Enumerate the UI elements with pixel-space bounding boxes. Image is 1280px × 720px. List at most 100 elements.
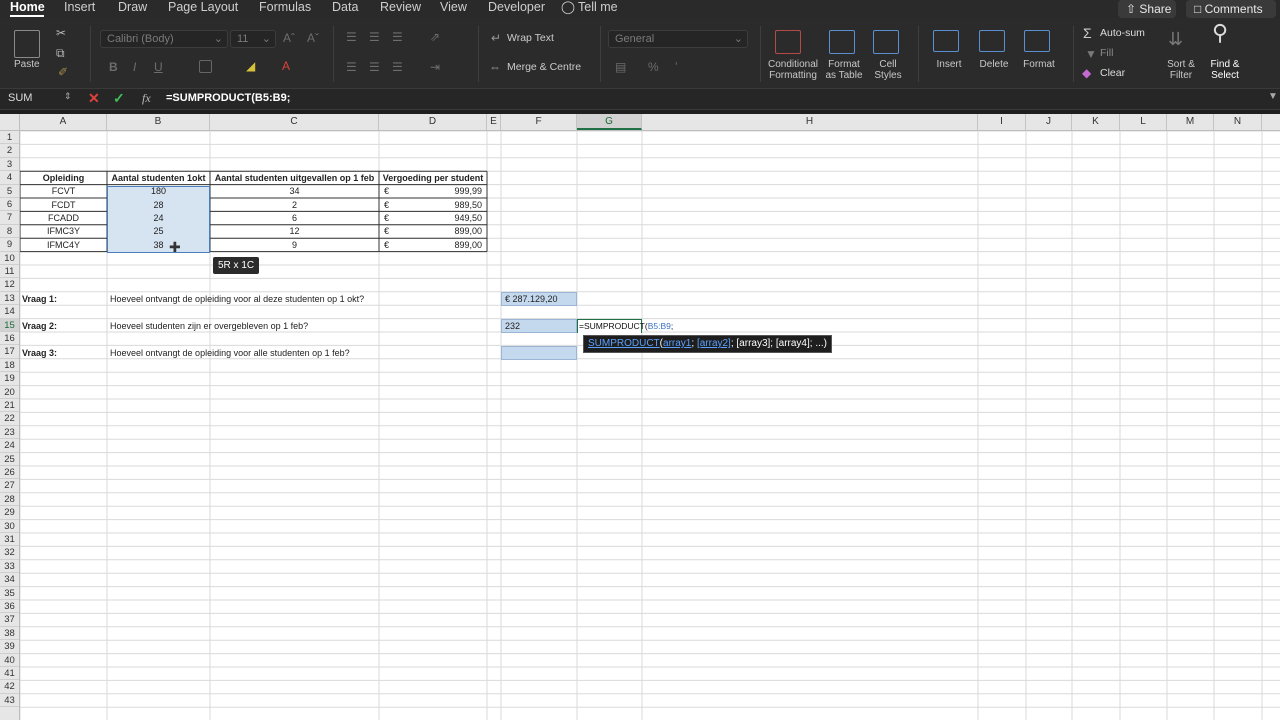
expand-formula-bar-icon[interactable]: ▼ <box>1268 91 1278 102</box>
merge-centre-button[interactable]: Merge & Centre <box>507 62 581 73</box>
question-1-text[interactable]: Hoeveel ontvangt de opleiding voor al de… <box>110 293 364 306</box>
delete-cells-icon[interactable] <box>979 30 1005 52</box>
clear-button[interactable]: Clear <box>1100 68 1125 79</box>
row-header-6[interactable]: 6 <box>0 198 19 212</box>
column-header-k[interactable]: K <box>1072 114 1120 130</box>
number-format-select[interactable]: General ⌄ <box>608 30 748 48</box>
sort-filter-icon[interactable]: ⇊ <box>1168 30 1183 48</box>
column-header-b[interactable]: B <box>107 114 210 130</box>
header-vergoeding[interactable]: Vergoeding per student <box>379 172 487 185</box>
autosum-button[interactable]: Auto-sum <box>1100 28 1145 39</box>
row-header-30[interactable]: 30 <box>0 520 19 533</box>
cell-opleiding[interactable]: IFMC3Y <box>20 225 107 238</box>
row-header-39[interactable]: 39 <box>0 640 19 654</box>
increase-font-icon[interactable]: Aˆ <box>283 31 295 45</box>
cell-vergoeding[interactable]: 999,99 <box>395 185 482 198</box>
column-header-d[interactable]: D <box>379 114 487 130</box>
bold-button[interactable]: B <box>109 60 118 74</box>
enter-checkmark-icon[interactable]: ✓ <box>113 90 125 107</box>
row-header-4[interactable]: 4 <box>0 171 19 185</box>
name-box[interactable]: SUM <box>8 92 32 104</box>
percent-icon[interactable]: % <box>648 60 659 74</box>
formula-input[interactable]: =SUMPRODUCT(B5:B9; <box>166 92 290 104</box>
column-header-a[interactable]: A <box>20 114 107 130</box>
row-header-14[interactable]: 14 <box>0 305 19 319</box>
cell-opleiding[interactable]: FCADD <box>20 212 107 225</box>
align-middle-icon[interactable]: ☰ <box>369 30 380 44</box>
row-header-32[interactable]: 32 <box>0 546 19 560</box>
select-all-corner[interactable] <box>0 114 20 130</box>
row-header-15[interactable]: 15 <box>0 318 19 332</box>
row-header-7[interactable]: 7 <box>0 211 19 225</box>
function-arg-2[interactable]: [array2] <box>697 338 731 349</box>
function-syntax-tooltip[interactable]: SUMPRODUCT(array1; [array2]; [array3]; [… <box>583 335 832 353</box>
column-header-g[interactable]: G <box>577 114 642 130</box>
row-header-23[interactable]: 23 <box>0 426 19 440</box>
format-cells-icon[interactable] <box>1024 30 1050 52</box>
font-color-icon[interactable]: A <box>282 59 290 73</box>
row-header-3[interactable]: 3 <box>0 158 19 172</box>
row-header-42[interactable]: 42 <box>0 680 19 694</box>
column-header-e[interactable]: E <box>487 114 501 130</box>
row-header-13[interactable]: 13 <box>0 292 19 306</box>
column-header-n[interactable]: N <box>1214 114 1262 130</box>
cell-currency-symbol[interactable]: € <box>384 239 389 252</box>
tab-data[interactable]: Data <box>332 0 358 14</box>
tab-developer[interactable]: Developer <box>488 0 545 14</box>
row-header-37[interactable]: 37 <box>0 613 19 627</box>
row-header-1[interactable]: 1 <box>0 131 19 145</box>
cell-opleiding[interactable]: FCDT <box>20 199 107 212</box>
comments-button[interactable]: □ Comments <box>1186 0 1276 18</box>
row-header-11[interactable]: 11 <box>0 265 19 279</box>
tab-draw[interactable]: Draw <box>118 0 147 14</box>
cell-currency-symbol[interactable]: € <box>384 225 389 238</box>
fill-button[interactable]: Fill <box>1100 48 1113 59</box>
row-header-41[interactable]: 41 <box>0 667 19 681</box>
tab-page-layout[interactable]: Page Layout <box>168 0 238 14</box>
tab-formulas[interactable]: Formulas <box>259 0 311 14</box>
column-header-m[interactable]: M <box>1167 114 1214 130</box>
row-header-40[interactable]: 40 <box>0 654 19 667</box>
row-header-35[interactable]: 35 <box>0 587 19 600</box>
row-header-19[interactable]: 19 <box>0 372 19 386</box>
indent-icon[interactable]: ⇥ <box>430 60 440 74</box>
cell-vergoeding[interactable]: 899,00 <box>395 225 482 238</box>
question-1-label[interactable]: Vraag 1: <box>22 293 57 306</box>
format-as-table-icon[interactable] <box>829 30 855 54</box>
tell-me-search[interactable]: Tell me <box>578 0 618 14</box>
cell-currency-symbol[interactable]: € <box>384 212 389 225</box>
cell-aantal-studenten[interactable]: 24 <box>107 212 210 225</box>
question-2-label[interactable]: Vraag 2: <box>22 320 57 333</box>
tab-insert[interactable]: Insert <box>64 0 95 14</box>
cell-aantal-studenten[interactable]: 38 <box>107 239 210 252</box>
row-header-22[interactable]: 22 <box>0 412 19 426</box>
row-header-26[interactable]: 26 <box>0 466 19 480</box>
row-header-34[interactable]: 34 <box>0 573 19 587</box>
cell-uitgevallen[interactable]: 12 <box>210 225 379 238</box>
header-aantal-studenten[interactable]: Aantal studenten 1okt <box>107 172 210 185</box>
column-header-i[interactable]: I <box>978 114 1026 130</box>
font-size-select[interactable]: 11 ⌄ <box>230 30 276 48</box>
row-header-2[interactable]: 2 <box>0 144 19 158</box>
cell-opleiding[interactable]: FCVT <box>20 185 107 198</box>
cut-icon[interactable]: ✂ <box>56 26 66 40</box>
align-top-icon[interactable]: ☰ <box>346 30 357 44</box>
cell-currency-symbol[interactable]: € <box>384 185 389 198</box>
autosum-icon[interactable]: Σ <box>1083 26 1092 40</box>
row-header-10[interactable]: 10 <box>0 252 19 265</box>
row-header-5[interactable]: 5 <box>0 185 19 198</box>
cell-aantal-studenten[interactable]: 25 <box>107 225 210 238</box>
answer-3-cell[interactable] <box>501 346 577 360</box>
cell-styles-icon[interactable] <box>873 30 899 54</box>
row-header-12[interactable]: 12 <box>0 278 19 292</box>
row-header-31[interactable]: 31 <box>0 533 19 547</box>
paste-icon[interactable] <box>14 30 40 58</box>
insert-cells-icon[interactable] <box>933 30 959 52</box>
row-header-24[interactable]: 24 <box>0 439 19 453</box>
tab-view[interactable]: View <box>440 0 467 14</box>
row-header-16[interactable]: 16 <box>0 332 19 346</box>
header-uitgevallen[interactable]: Aantal studenten uitgevallen op 1 feb <box>210 172 379 185</box>
row-header-38[interactable]: 38 <box>0 627 19 641</box>
cell-uitgevallen[interactable]: 6 <box>210 212 379 225</box>
align-center-icon[interactable]: ☰ <box>369 60 380 74</box>
